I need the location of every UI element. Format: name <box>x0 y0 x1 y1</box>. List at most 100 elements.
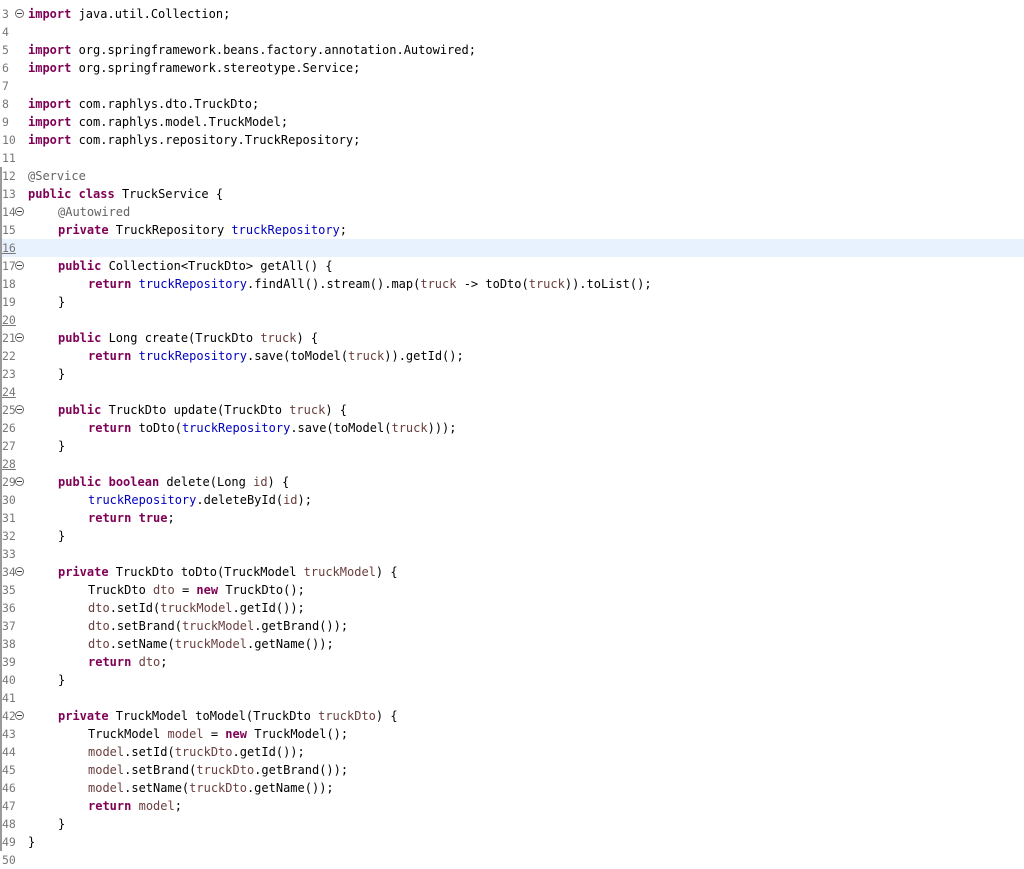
code-line[interactable]: 6 import org.springframework.stereotype.S… <box>0 59 1024 77</box>
code-text[interactable]: truckRepository.deleteById(id); <box>88 491 312 509</box>
variable-token: truckDto <box>189 781 247 795</box>
code-line[interactable]: 47 return model; <box>0 797 1024 815</box>
code-line[interactable]: 38 dto.setName(truckModel.getName()); <box>0 635 1024 653</box>
code-text[interactable]: import com.raphlys.repository.TruckRepos… <box>28 131 360 149</box>
code-line[interactable]: 29 public boolean delete(Long id) { <box>0 473 1024 491</box>
code-text[interactable]: } <box>58 671 65 689</box>
code-text[interactable]: return model; <box>88 797 182 815</box>
code-line[interactable]: 24 <box>0 383 1024 401</box>
code-line[interactable]: 10 import com.raphlys.repository.TruckRep… <box>0 131 1024 149</box>
code-line[interactable]: 3 import java.util.Collection; <box>0 5 1024 23</box>
code-text[interactable]: import org.springframework.beans.factory… <box>28 41 476 59</box>
code-line[interactable]: 18 return truckRepository.findAll().strea… <box>0 275 1024 293</box>
code-line[interactable]: 39 return dto; <box>0 653 1024 671</box>
code-line[interactable]: 9 import com.raphlys.model.TruckModel; <box>0 113 1024 131</box>
code-text[interactable]: public boolean delete(Long id) { <box>58 473 289 491</box>
code-line[interactable]: 17 public Collection<TruckDto> getAll() { <box>0 257 1024 275</box>
code-line[interactable]: 8 import com.raphlys.dto.TruckDto; <box>0 95 1024 113</box>
code-line[interactable]: 12 @Service <box>0 167 1024 185</box>
code-line[interactable]: 46 model.setName(truckDto.getName()); <box>0 779 1024 797</box>
keyword-token: public <box>58 403 102 417</box>
code-line[interactable]: 4 <box>0 23 1024 41</box>
code-text[interactable]: @Autowired <box>58 203 130 221</box>
code-text[interactable]: dto.setName(truckModel.getName()); <box>88 635 334 653</box>
code-line[interactable]: 23} <box>0 365 1024 383</box>
code-line[interactable]: 48} <box>0 815 1024 833</box>
code-text[interactable]: model.setId(truckDto.getId()); <box>88 743 305 761</box>
code-text[interactable]: } <box>58 293 65 311</box>
code-line[interactable]: 26 return toDto(truckRepository.save(toMo… <box>0 419 1024 437</box>
code-line[interactable]: 35 TruckDto dto = new TruckDto(); <box>0 581 1024 599</box>
code-text[interactable]: dto.setBrand(truckModel.getBrand()); <box>88 617 348 635</box>
code-line[interactable]: 7 <box>0 77 1024 95</box>
code-line[interactable]: 13 public class TruckService { <box>0 185 1024 203</box>
fold-collapse-icon[interactable] <box>15 261 24 270</box>
code-text[interactable]: public TruckDto update(TruckDto truck) { <box>58 401 347 419</box>
code-token: } <box>58 439 66 453</box>
code-token: .getId()); <box>232 745 305 759</box>
code-line[interactable]: 19} <box>0 293 1024 311</box>
code-line[interactable]: 43 TruckModel model = new TruckModel(); <box>0 725 1024 743</box>
code-line[interactable]: 49} <box>0 833 1024 851</box>
code-text[interactable]: model.setBrand(truckDto.getBrand()); <box>88 761 348 779</box>
code-line[interactable]: 50 <box>0 851 1024 869</box>
code-text[interactable]: import java.util.Collection; <box>28 5 230 23</box>
code-token: java.util.Collection; <box>71 7 231 21</box>
code-line[interactable]: 34 private TruckDto toDto(TruckModel truc… <box>0 563 1024 581</box>
code-line[interactable]: 32} <box>0 527 1024 545</box>
code-editor[interactable]: 3 import java.util.Collection; 4 5 import or… <box>0 5 1024 869</box>
code-line[interactable]: 42 private TruckModel toModel(TruckDto tr… <box>0 707 1024 725</box>
code-line[interactable]: 11 <box>0 149 1024 167</box>
code-text[interactable]: model.setName(truckDto.getName()); <box>88 779 334 797</box>
code-line[interactable]: 41 <box>0 689 1024 707</box>
code-text[interactable]: private TruckRepository truckRepository; <box>58 221 347 239</box>
fold-collapse-icon[interactable] <box>15 477 24 486</box>
code-text[interactable]: return truckRepository.findAll().stream(… <box>88 275 652 293</box>
code-line[interactable]: 14 @Autowired <box>0 203 1024 221</box>
code-text[interactable]: } <box>58 365 65 383</box>
code-text[interactable]: public Long create(TruckDto truck) { <box>58 329 318 347</box>
code-text[interactable]: public class TruckService { <box>28 185 223 203</box>
code-text[interactable]: TruckDto dto = new TruckDto(); <box>88 581 305 599</box>
fold-collapse-icon[interactable] <box>15 711 24 720</box>
code-line[interactable]: 31 return true; <box>0 509 1024 527</box>
code-line[interactable]: 30 truckRepository.deleteById(id); <box>0 491 1024 509</box>
fold-collapse-icon[interactable] <box>15 333 24 342</box>
code-text[interactable]: import com.raphlys.dto.TruckDto; <box>28 95 259 113</box>
code-text[interactable]: import com.raphlys.model.TruckModel; <box>28 113 288 131</box>
code-text[interactable]: dto.setId(truckModel.getId()); <box>88 599 305 617</box>
code-text[interactable]: private TruckModel toModel(TruckDto truc… <box>58 707 398 725</box>
code-text[interactable]: } <box>58 527 65 545</box>
code-text[interactable]: return truckRepository.save(toModel(truc… <box>88 347 464 365</box>
code-text[interactable]: return toDto(truckRepository.save(toMode… <box>88 419 457 437</box>
code-line[interactable]: 36 dto.setId(truckModel.getId()); <box>0 599 1024 617</box>
code-line[interactable]: 37 dto.setBrand(truckModel.getBrand()); <box>0 617 1024 635</box>
code-text[interactable]: public Collection<TruckDto> getAll() { <box>58 257 333 275</box>
code-line[interactable]: 44 model.setId(truckDto.getId()); <box>0 743 1024 761</box>
code-text[interactable]: TruckModel model = new TruckModel(); <box>88 725 348 743</box>
code-text[interactable]: private TruckDto toDto(TruckModel truckM… <box>58 563 398 581</box>
code-line[interactable]: 45 model.setBrand(truckDto.getBrand()); <box>0 761 1024 779</box>
code-text[interactable]: } <box>58 437 65 455</box>
code-line[interactable]: 28 <box>0 455 1024 473</box>
fold-collapse-icon[interactable] <box>15 207 24 216</box>
code-line[interactable]: 33 <box>0 545 1024 563</box>
code-text[interactable]: } <box>58 815 65 833</box>
code-text[interactable]: import org.springframework.stereotype.Se… <box>28 59 360 77</box>
code-line[interactable]: 15 private TruckRepository truckRepositor… <box>0 221 1024 239</box>
fold-collapse-icon[interactable] <box>15 567 24 576</box>
code-text[interactable]: return true; <box>88 509 175 527</box>
code-line[interactable]: 27} <box>0 437 1024 455</box>
code-line[interactable]: 40} <box>0 671 1024 689</box>
code-line[interactable]: 22 return truckRepository.save(toModel(tr… <box>0 347 1024 365</box>
fold-collapse-icon[interactable] <box>15 405 24 414</box>
code-line[interactable]: 20 <box>0 311 1024 329</box>
code-text[interactable]: return dto; <box>88 653 168 671</box>
code-line[interactable]: 21 public Long create(TruckDto truck) { <box>0 329 1024 347</box>
code-line[interactable]: 5 import org.springframework.beans.factor… <box>0 41 1024 59</box>
code-text[interactable]: } <box>28 833 35 851</box>
fold-collapse-icon[interactable] <box>15 9 24 18</box>
code-line-current[interactable]: 16 <box>0 239 1024 257</box>
code-text[interactable]: @Service <box>28 167 86 185</box>
code-line[interactable]: 25 public TruckDto update(TruckDto truck)… <box>0 401 1024 419</box>
